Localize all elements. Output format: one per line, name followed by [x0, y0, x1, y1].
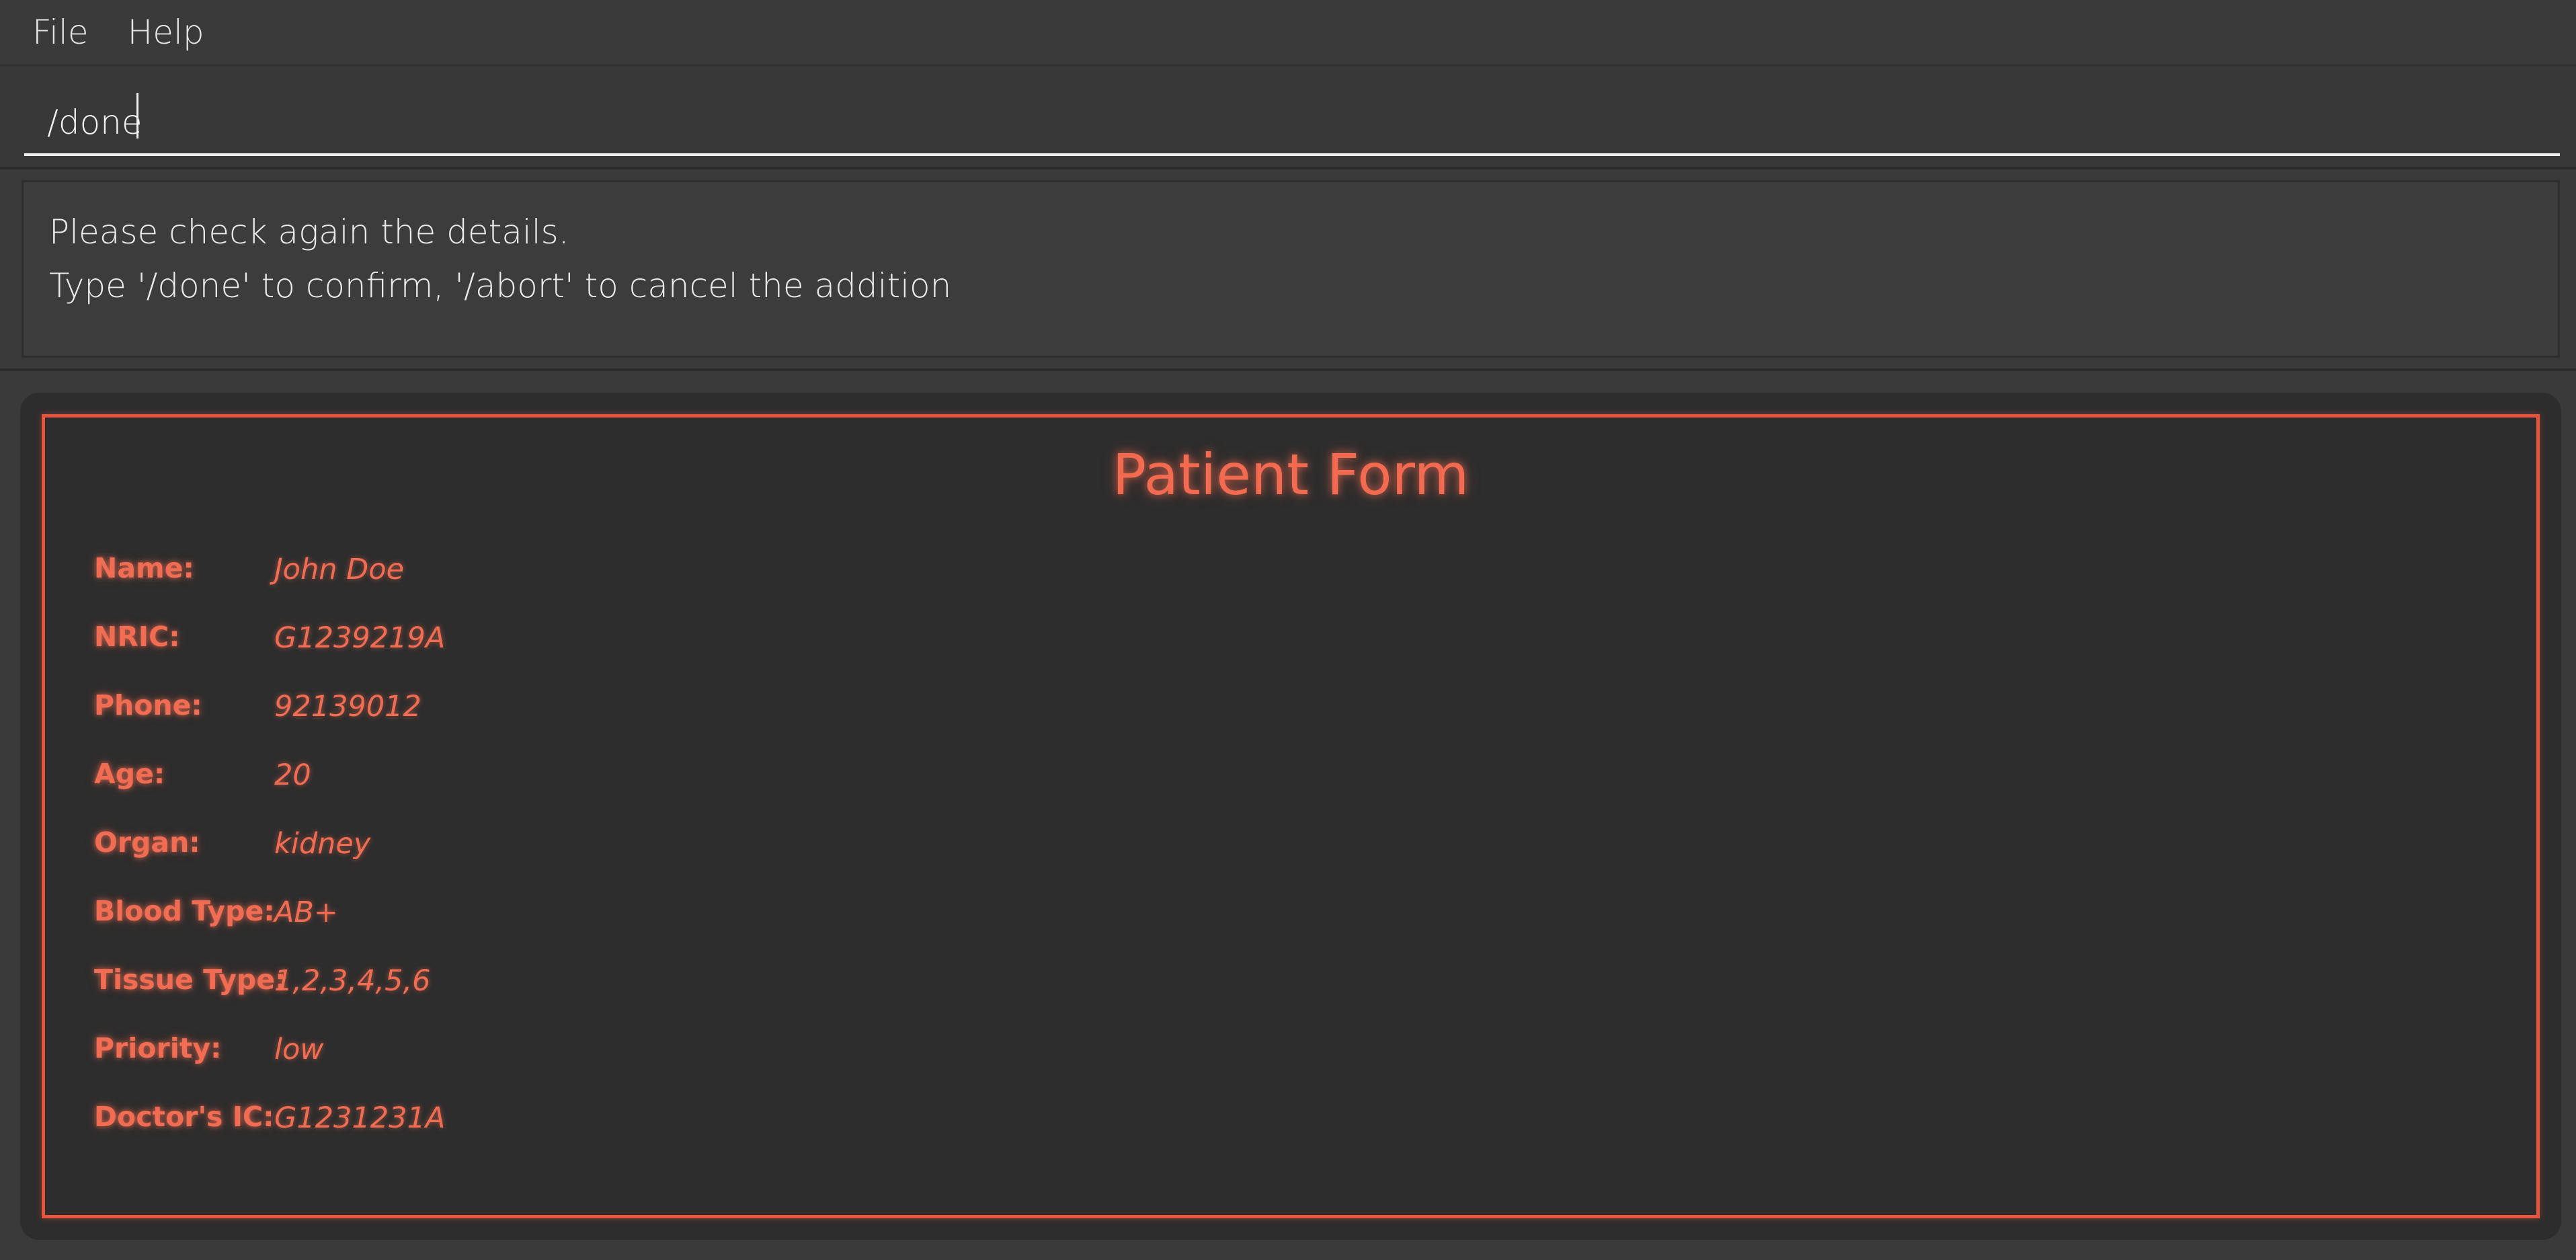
field-value: AB+	[274, 896, 338, 929]
field-value: G1239219A	[274, 621, 446, 655]
menu-file[interactable]: File	[32, 15, 89, 49]
field-value: G1231231A	[274, 1101, 446, 1135]
field-value: 20	[274, 758, 311, 792]
patient-form: Patient Form Name: John Doe NRIC: G12392…	[42, 414, 2540, 1218]
text-caret	[136, 93, 138, 139]
form-title: Patient Form	[1112, 442, 1470, 508]
field-value: John Doe	[274, 553, 405, 586]
field-label: Doctor's IC:	[94, 1101, 274, 1133]
field-label: Phone:	[94, 689, 202, 721]
result-line-1: Please check again the details.	[49, 212, 569, 251]
command-input[interactable]	[24, 91, 2560, 156]
menu-help[interactable]: Help	[128, 15, 204, 49]
field-label: Tissue Type:	[94, 963, 286, 996]
menu-bar: File Help	[0, 0, 2576, 65]
field-label: Blood Type:	[94, 895, 275, 927]
field-value: low	[274, 1033, 324, 1066]
field-value: kidney	[274, 827, 371, 861]
command-box-area	[0, 65, 2576, 169]
field-value: 92139012	[274, 690, 421, 723]
field-label: Name:	[94, 552, 194, 584]
form-panel: Patient Form Name: John Doe NRIC: G12392…	[20, 393, 2561, 1240]
field-label: Age:	[94, 758, 165, 790]
field-label: Priority:	[94, 1032, 222, 1064]
field-label: Organ:	[94, 826, 200, 859]
result-display-area: Please check again the details. Type '/d…	[0, 169, 2576, 371]
field-value: 1,2,3,4,5,6	[274, 964, 431, 998]
result-display[interactable]: Please check again the details. Type '/d…	[22, 180, 2560, 358]
field-label: NRIC:	[94, 621, 180, 653]
result-line-2: Type '/done' to confirm, '/abort' to can…	[49, 266, 952, 305]
